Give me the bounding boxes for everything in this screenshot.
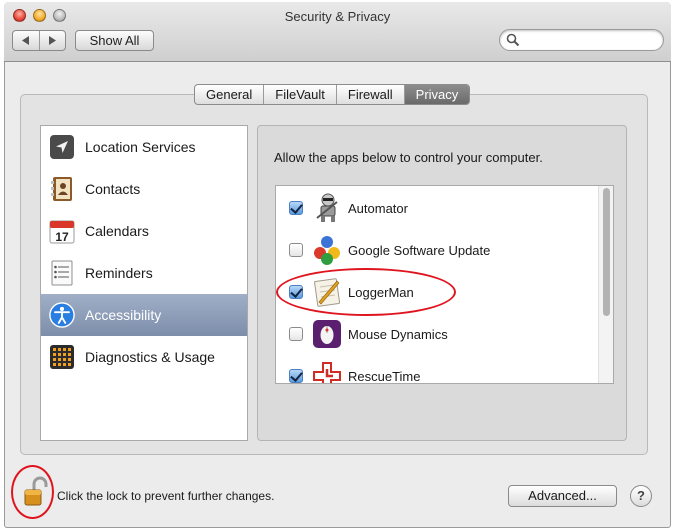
app-name: LoggerMan: [348, 284, 414, 300]
app-name: Mouse Dynamics: [348, 326, 448, 342]
scrollbar-thumb[interactable]: [603, 188, 610, 316]
google-balls-icon: [311, 234, 343, 266]
rescuetime-checkbox[interactable]: [289, 369, 303, 383]
search-field[interactable]: [499, 29, 664, 51]
sidebar-item-label: Diagnostics & Usage: [85, 349, 215, 365]
rescuetime-clock-icon: [311, 360, 343, 383]
forward-arrow-icon: [49, 36, 57, 45]
lock-status-text: Click the lock to prevent further change…: [57, 489, 275, 503]
sidebar-item-label: Reminders: [85, 265, 153, 281]
diagnostics-grid-icon: [49, 344, 75, 370]
list-item-loggerman[interactable]: LoggerMan: [276, 271, 598, 313]
tab-privacy[interactable]: Privacy: [403, 85, 470, 104]
show-all-button[interactable]: Show All: [75, 30, 154, 51]
mouse-dynamics-icon: [311, 318, 343, 350]
tab-firewall[interactable]: Firewall: [335, 85, 404, 104]
google-software-update-checkbox[interactable]: [289, 243, 303, 257]
sidebar-item-label: Contacts: [85, 181, 141, 197]
sidebar-item-location-services[interactable]: Location Services: [41, 126, 247, 168]
app-list: Automator Google Software Update LoggerM…: [275, 185, 614, 384]
automator-checkbox[interactable]: [289, 201, 303, 215]
calendar-icon: 17: [49, 218, 75, 244]
sidebar-item-reminders[interactable]: Reminders: [41, 252, 247, 294]
search-icon: [506, 33, 520, 47]
tab-bar: General FileVault Firewall Privacy: [194, 84, 471, 105]
advanced-button[interactable]: Advanced...: [508, 485, 617, 507]
help-button[interactable]: ?: [630, 485, 652, 507]
back-forward-control: [12, 30, 66, 51]
list-item-google-software-update[interactable]: Google Software Update: [276, 229, 598, 271]
list-item-automator[interactable]: Automator: [276, 187, 598, 229]
list-item-rescuetime[interactable]: RescueTime: [276, 355, 598, 384]
accessibility-person-icon: [49, 302, 75, 328]
sidebar-item-diagnostics-usage[interactable]: Diagnostics & Usage: [41, 336, 247, 378]
forward-button[interactable]: [38, 31, 66, 50]
sidebar-item-accessibility[interactable]: Accessibility: [41, 294, 247, 336]
sidebar-item-label: Accessibility: [85, 307, 162, 323]
title-bar: Security & Privacy Show All: [4, 2, 671, 62]
tab-general[interactable]: General: [195, 85, 263, 104]
window-title: Security & Privacy: [284, 9, 391, 24]
mouse-dynamics-checkbox[interactable]: [289, 327, 303, 341]
lock-button[interactable]: [22, 476, 50, 508]
back-arrow-icon: [21, 36, 29, 45]
tab-filevault[interactable]: FileVault: [263, 85, 336, 104]
app-name: RescueTime: [348, 368, 421, 384]
sidebar-item-calendars[interactable]: 17 Calendars: [41, 210, 247, 252]
privacy-category-list: Location Services Contacts 17 Calendars: [40, 125, 248, 441]
contacts-book-icon: [49, 176, 75, 202]
app-name: Automator: [348, 200, 408, 216]
automator-robot-icon: [311, 192, 343, 224]
unlocked-padlock-icon: [24, 476, 48, 506]
back-button[interactable]: [13, 31, 39, 50]
location-arrow-icon: [49, 134, 75, 160]
sidebar-item-label: Calendars: [85, 223, 149, 239]
reminders-list-icon: [49, 260, 75, 286]
search-input[interactable]: [522, 32, 652, 48]
sidebar-item-contacts[interactable]: Contacts: [41, 168, 247, 210]
loggerman-checkbox[interactable]: [289, 285, 303, 299]
sidebar-item-label: Location Services: [85, 139, 196, 155]
list-item-mouse-dynamics[interactable]: Mouse Dynamics: [276, 313, 598, 355]
calendar-day-number: 17: [55, 230, 69, 244]
app-list-scrollbar[interactable]: [598, 186, 613, 383]
allow-apps-description: Allow the apps below to control your com…: [274, 150, 543, 165]
app-name: Google Software Update: [348, 242, 491, 258]
loggerman-notepad-icon: [311, 276, 343, 308]
